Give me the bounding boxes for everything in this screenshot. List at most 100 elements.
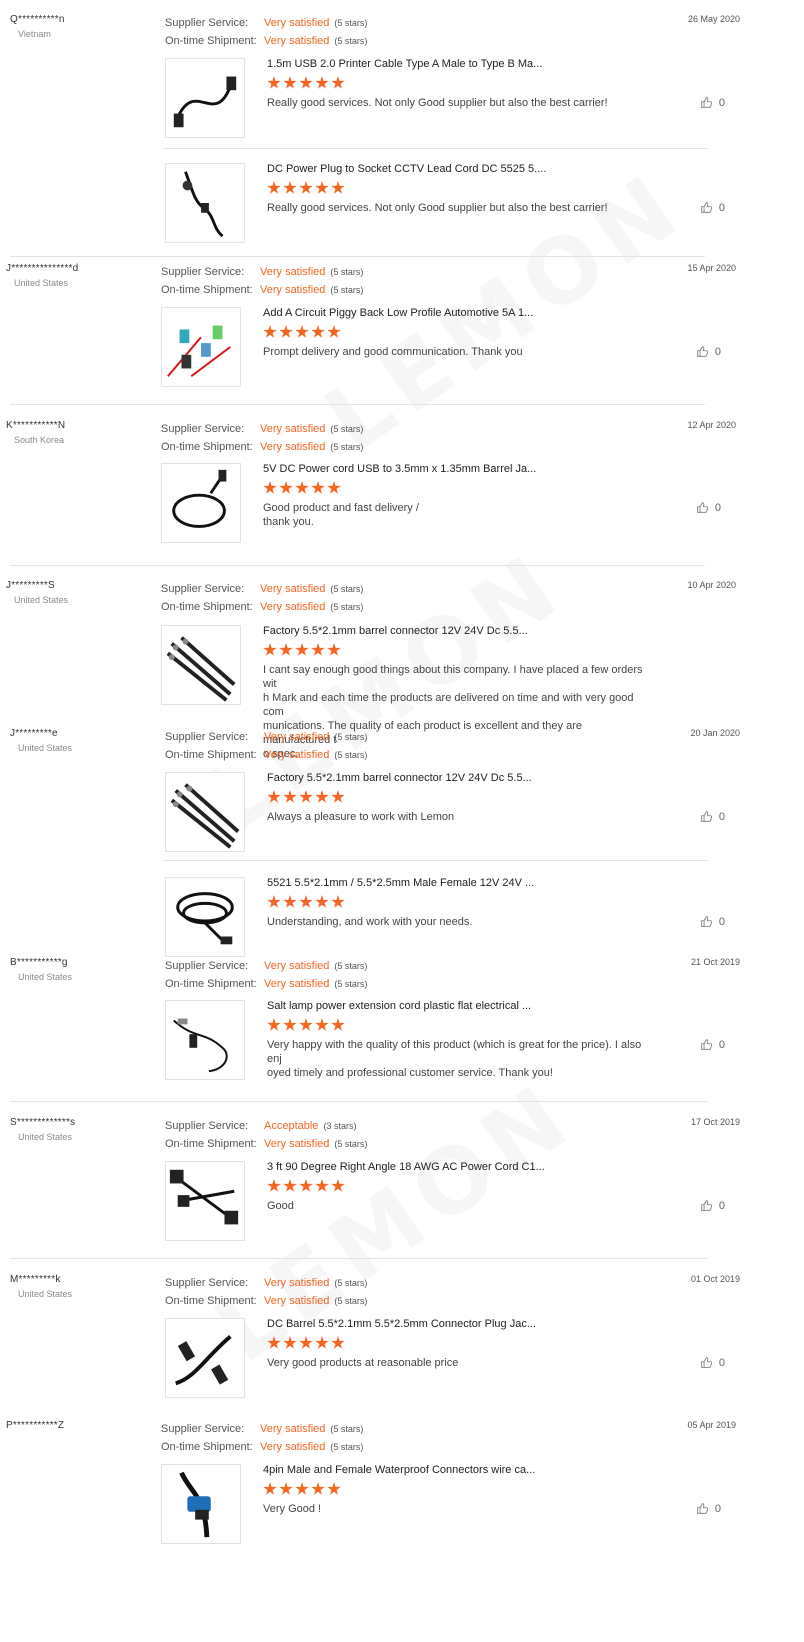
- supplier-service-rating: Supplier Service: Very satisfied (5 stars): [161, 263, 363, 281]
- rating-label: On-time Shipment:: [161, 601, 253, 613]
- product-thumbnail[interactable]: [161, 625, 241, 705]
- like-button[interactable]: 0: [700, 1199, 725, 1212]
- rating-stars-text: (5 stars): [334, 36, 368, 46]
- rating-label: On-time Shipment:: [165, 35, 257, 47]
- product-title-link[interactable]: DC Barrel 5.5*2.1mm 5.5*2.5mm Connector …: [267, 1318, 647, 1330]
- product-star-rating: [263, 325, 643, 339]
- product-thumbnail[interactable]: [165, 1000, 245, 1080]
- star-icon: [315, 76, 329, 89]
- lamp-cord-icon: [173, 1018, 228, 1073]
- rating-value: Very satisfied: [260, 601, 326, 613]
- reviewer-name: K***********N: [6, 420, 66, 431]
- product-review: 5521 5.5*2.1mm / 5.5*2.5mm Male Female 1…: [165, 877, 745, 957]
- product-star-rating: [267, 1018, 647, 1032]
- ac-power-cord-icon: [169, 1169, 239, 1225]
- product-thumbnail[interactable]: [165, 58, 245, 138]
- review-comment: Very happy with the quality of this prod…: [267, 1039, 642, 1079]
- thumbs-up-icon: [696, 501, 709, 514]
- product-title-link[interactable]: Salt lamp power extension cord plastic f…: [267, 1000, 647, 1012]
- like-button[interactable]: 0: [696, 1502, 721, 1515]
- product-thumbnail[interactable]: [161, 463, 241, 543]
- reviewer-country: South Korea: [14, 435, 65, 445]
- rating-label: Supplier Service:: [161, 266, 245, 278]
- rating-label: Supplier Service:: [161, 1423, 245, 1435]
- rating-value: Very satisfied: [264, 978, 330, 990]
- product-info: Salt lamp power extension cord plastic f…: [267, 1000, 647, 1080]
- review-date: 10 Apr 2020: [687, 580, 736, 590]
- product-thumbnail[interactable]: [161, 1464, 241, 1544]
- like-button[interactable]: 0: [700, 1038, 725, 1051]
- usb-cable-icon: [173, 76, 237, 128]
- product-thumbnail[interactable]: [165, 877, 245, 957]
- like-button[interactable]: 0: [696, 501, 721, 514]
- star-icon: [299, 1336, 313, 1349]
- rating-value: Very satisfied: [260, 266, 326, 278]
- review-comment: Good: [267, 1200, 294, 1212]
- reviewer-info: J*********e United States: [10, 728, 150, 753]
- star-icon: [267, 1336, 281, 1349]
- product-thumbnail[interactable]: [165, 1318, 245, 1398]
- barrel-connector-icon: [170, 783, 240, 849]
- reviewer-info: Q**********n Vietnam: [10, 14, 150, 39]
- star-icon: [267, 895, 281, 908]
- star-icon: [331, 1018, 345, 1031]
- product-thumbnail[interactable]: [161, 307, 241, 387]
- thumbs-up-icon: [700, 915, 713, 928]
- product-title-link[interactable]: 3 ft 90 Degree Right Angle 18 AWG AC Pow…: [267, 1161, 647, 1173]
- rating-stars-text: (5 stars): [330, 267, 364, 277]
- review-divider: [10, 1258, 707, 1259]
- review-date: 20 Jan 2020: [690, 728, 740, 738]
- star-icon: [263, 481, 277, 494]
- rating-stars-text: (5 stars): [334, 18, 368, 28]
- fuse-tap-icon: [167, 325, 231, 378]
- star-icon: [267, 1179, 281, 1192]
- reviewer-info: K***********N South Korea: [6, 420, 146, 445]
- like-button[interactable]: 0: [700, 915, 725, 928]
- rating-label: Supplier Service:: [161, 423, 245, 435]
- review-date: 26 May 2020: [687, 14, 740, 24]
- supplier-service-rating: Supplier Service: Very satisfied (5 stars): [165, 14, 367, 32]
- product-thumbnail[interactable]: [165, 1161, 245, 1241]
- on-time-shipment-rating: On-time Shipment: Very satisfied (5 stars): [165, 32, 367, 50]
- star-icon: [295, 481, 309, 494]
- star-icon: [315, 181, 329, 194]
- rating-stars-text: (5 stars): [330, 442, 364, 452]
- star-icon: [327, 481, 341, 494]
- product-review: DC Power Plug to Socket CCTV Lead Cord D…: [165, 163, 745, 243]
- star-icon: [283, 1336, 297, 1349]
- product-title-link[interactable]: Add A Circuit Piggy Back Low Profile Aut…: [263, 307, 643, 319]
- reviewer-info: B***********g United States: [10, 957, 150, 982]
- product-title-link[interactable]: Factory 5.5*2.1mm barrel connector 12V 2…: [267, 772, 647, 784]
- star-icon: [299, 76, 313, 89]
- product-title-link[interactable]: DC Power Plug to Socket CCTV Lead Cord D…: [267, 163, 647, 175]
- product-star-rating: [267, 76, 647, 90]
- barrel-connector-icon: [166, 636, 236, 702]
- supplier-service-rating: Supplier Service: Very satisfied (5 stars): [161, 1420, 363, 1438]
- like-button[interactable]: 0: [700, 201, 725, 214]
- like-button[interactable]: 0: [700, 1356, 725, 1369]
- supplier-service-rating: Supplier Service: Very satisfied (5 stars): [165, 1274, 367, 1292]
- like-button[interactable]: 0: [700, 810, 725, 823]
- product-title-link[interactable]: 1.5m USB 2.0 Printer Cable Type A Male t…: [267, 58, 647, 70]
- rating-summary: Supplier Service: Very satisfied (5 stars)…: [165, 957, 367, 993]
- product-thumbnail[interactable]: [165, 163, 245, 243]
- reviewer-country: United States: [14, 278, 69, 288]
- product-title-link[interactable]: Factory 5.5*2.1mm barrel connector 12V 2…: [263, 625, 643, 637]
- thumbs-up-icon: [696, 1502, 709, 1515]
- star-icon: [299, 1179, 313, 1192]
- product-title-link[interactable]: 4pin Male and Female Waterproof Connecto…: [263, 1464, 643, 1476]
- star-icon: [263, 1482, 277, 1495]
- like-button[interactable]: 0: [696, 345, 721, 358]
- rating-summary: Supplier Service: Very satisfied (5 stars)…: [161, 420, 363, 456]
- star-icon: [331, 1336, 345, 1349]
- like-button[interactable]: 0: [700, 96, 725, 109]
- product-thumbnail[interactable]: [165, 772, 245, 852]
- rating-stars-text: (5 stars): [334, 979, 368, 989]
- product-title-link[interactable]: 5V DC Power cord USB to 3.5mm x 1.35mm B…: [263, 463, 643, 475]
- product-title-link[interactable]: 5521 5.5*2.1mm / 5.5*2.5mm Male Female 1…: [267, 877, 647, 889]
- product-star-rating: [263, 481, 643, 495]
- rating-summary: Supplier Service: Very satisfied (5 stars)…: [161, 1420, 363, 1456]
- review-divider: [10, 256, 705, 257]
- star-icon: [263, 643, 277, 656]
- star-icon: [327, 643, 341, 656]
